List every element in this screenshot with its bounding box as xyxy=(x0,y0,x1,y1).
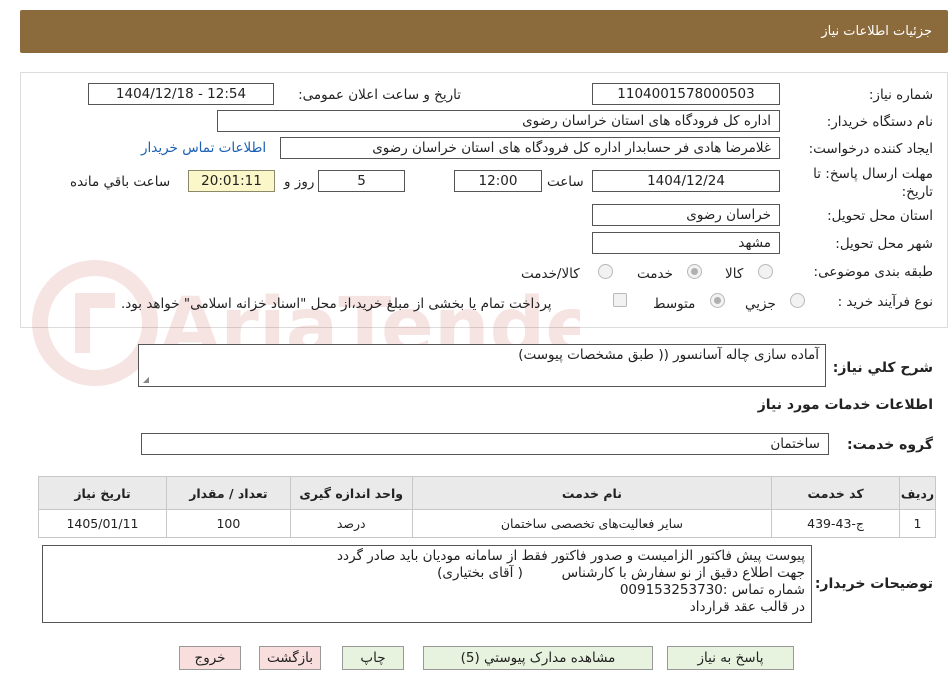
category-label: طبقه بندی موضوعی: xyxy=(813,264,933,280)
col-date: تاریخ نیاز xyxy=(38,476,167,510)
back-button[interactable]: بازگشت xyxy=(259,646,321,670)
city-label: شهر محل تحویل: xyxy=(835,236,933,252)
process-minor-radio[interactable] xyxy=(790,293,805,308)
category-goods-label: کالا xyxy=(725,266,744,282)
need-number-label: شماره نیاز: xyxy=(868,87,933,103)
services-table: ردیف کد خدمت نام خدمت واحد اندازه گیری ت… xyxy=(38,476,936,538)
buyer-note-line: شماره تماس :009153253730 xyxy=(619,582,805,598)
cell-name: سایر فعالیت‌های تخصصی ساختمان xyxy=(411,509,773,538)
cell-code: ج-43-439 xyxy=(771,509,901,538)
process-medium-label: متوسط xyxy=(653,296,696,312)
page-title: جزئیات اطلاعات نیاز xyxy=(821,24,932,39)
deadline-time-label: ساعت xyxy=(547,174,584,190)
process-medium-radio[interactable] xyxy=(710,293,725,308)
resize-grip-icon[interactable]: ◢ xyxy=(141,376,149,384)
cell-index: 1 xyxy=(899,509,936,538)
buyer-org-field: اداره کل فرودگاه های استان خراسان رضوی xyxy=(217,110,780,132)
deadline-label: مهلت ارسال پاسخ: تا xyxy=(813,166,933,182)
need-number-field: 1104001578000503 xyxy=(592,83,780,105)
col-name: نام خدمت xyxy=(411,476,773,510)
treasury-payment-checkbox[interactable] xyxy=(613,293,627,307)
category-goods-radio[interactable] xyxy=(758,264,773,279)
services-section-title: اطلاعات خدمات مورد نیاز xyxy=(757,397,933,413)
city-field: مشهد xyxy=(592,232,780,254)
process-label: نوع فرآیند خرید : xyxy=(837,294,933,310)
days-remaining-field: 5 xyxy=(318,170,405,192)
province-label: استان محل تحویل: xyxy=(827,208,933,224)
buyer-notes-label: توضیحات خریدار: xyxy=(814,576,933,592)
cell-date: 1405/01/11 xyxy=(38,509,167,538)
service-group-label: گروه خدمت: xyxy=(847,437,933,453)
cell-unit: درصد xyxy=(289,509,413,538)
buyer-note-line: در قالب عقد قرارداد xyxy=(689,599,805,615)
buyer-note-line: پیوست پیش فاکتور الزامیست و صدور فاکتور … xyxy=(337,548,805,564)
category-service-label: خدمت xyxy=(637,266,673,282)
col-code: کد خدمت xyxy=(771,476,901,510)
category-service-radio[interactable] xyxy=(687,264,702,279)
buyer-contact-link[interactable]: اطلاعات تماس خریدار xyxy=(141,140,266,156)
requester-label: ایجاد کننده درخواست: xyxy=(808,141,933,157)
days-label: روز و xyxy=(284,174,315,190)
col-qty: تعداد / مقدار xyxy=(165,476,291,510)
deadline-date-field: 1404/12/24 xyxy=(592,170,780,192)
service-group-field: ساختمان xyxy=(141,433,829,455)
buyer-note-line: جهت اطلاع دقیق از نو سفارش با کارشناس ( … xyxy=(437,565,805,581)
announce-datetime-field: 1404/12/18 - 12:54 xyxy=(88,83,274,105)
remaining-time-field: 20:01:11 xyxy=(188,170,275,192)
treasury-payment-note: پرداخت تمام یا بخشی از مبلغ خرید،از محل … xyxy=(121,296,552,312)
view-attachments-button[interactable]: مشاهده مدارک پیوستي (5) xyxy=(423,646,653,670)
reply-button[interactable]: پاسخ به نیاز xyxy=(667,646,794,670)
description-text: آماده سازی چاله آسانسور (( طبق مشخصات پی… xyxy=(518,347,819,363)
table-row: 1 ج-43-439 سایر فعالیت‌های تخصصی ساختمان… xyxy=(38,509,936,538)
print-button[interactable]: چاپ xyxy=(342,646,404,670)
buyer-org-label: نام دستگاه خریدار: xyxy=(826,114,933,130)
announce-label: تاریخ و ساعت اعلان عمومی: xyxy=(298,87,461,103)
remaining-label: ساعت باقي مانده xyxy=(70,174,171,190)
col-unit: واحد اندازه گیری xyxy=(289,476,413,510)
table-header-row: ردیف کد خدمت نام خدمت واحد اندازه گیری ت… xyxy=(38,476,936,510)
category-goods-service-label: کالا/خدمت xyxy=(521,266,580,282)
exit-button[interactable]: خروج xyxy=(179,646,241,670)
category-goods-service-radio[interactable] xyxy=(598,264,613,279)
col-index: ردیف xyxy=(899,476,936,510)
requester-field: غلامرضا هادی فر حسابدار اداره کل فرودگاه… xyxy=(280,137,780,159)
description-label: شرح کلي نیاز: xyxy=(832,360,933,376)
page-header: جزئیات اطلاعات نیاز xyxy=(20,10,948,53)
deadline-time-field: 12:00 xyxy=(454,170,542,192)
buyer-notes-textarea[interactable]: پیوست پیش فاکتور الزامیست و صدور فاکتور … xyxy=(42,545,812,623)
cell-qty: 100 xyxy=(165,509,291,538)
deadline-date-label: تاریخ: xyxy=(901,184,933,200)
process-minor-label: جزیي xyxy=(745,296,776,312)
description-textarea[interactable]: آماده سازی چاله آسانسور (( طبق مشخصات پی… xyxy=(138,344,826,387)
province-field: خراسان رضوی xyxy=(592,204,780,226)
